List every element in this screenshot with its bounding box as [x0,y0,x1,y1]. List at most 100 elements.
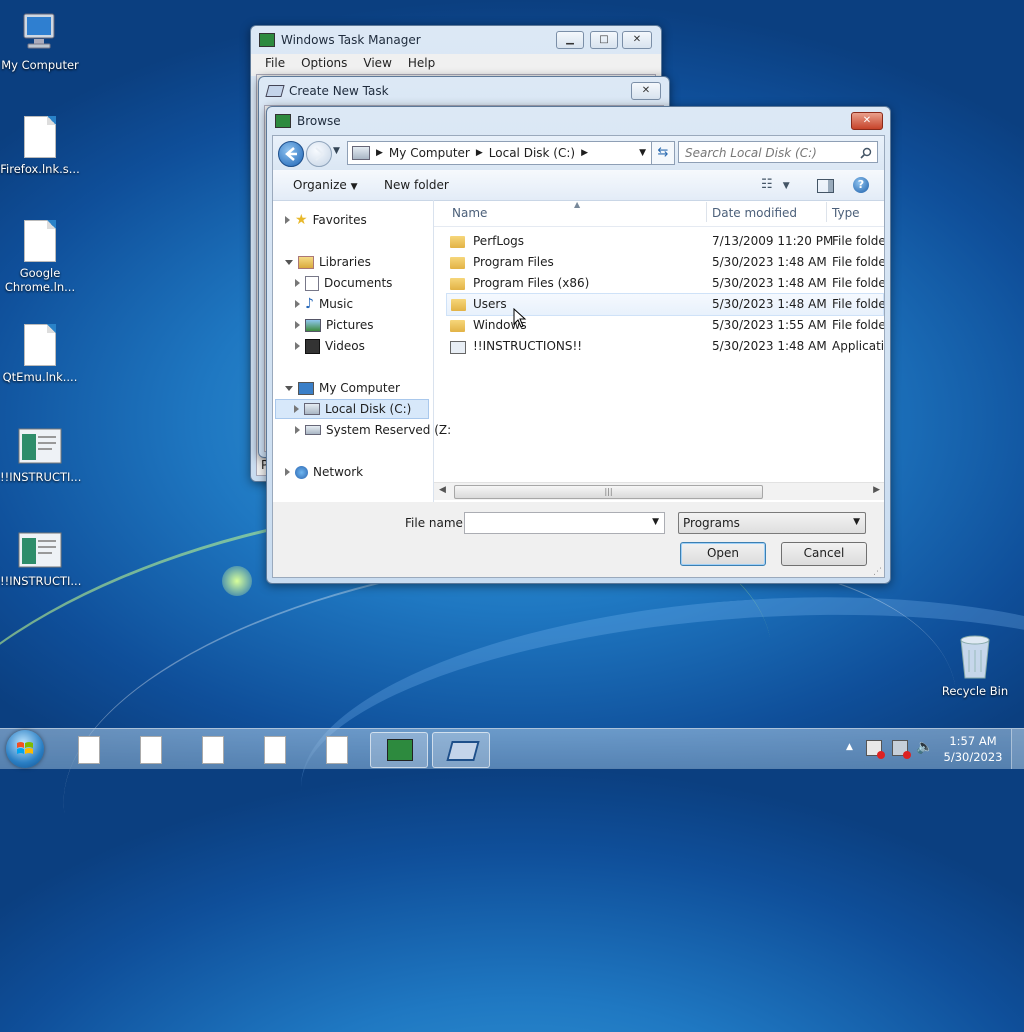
column-header-date[interactable]: Date modified [712,206,797,220]
file-row-users[interactable]: Users 5/30/2023 1:48 AM File folder [446,293,884,316]
recent-pages-chevron-icon[interactable]: ▼ [333,146,340,156]
file-name-input[interactable]: ▼ [464,512,665,534]
horizontal-scrollbar[interactable]: ◀ ||| ▶ [434,482,884,500]
show-desktop-button[interactable] [1011,729,1024,769]
scroll-right-arrow-icon[interactable]: ▶ [873,485,880,495]
expand-arrow-icon[interactable] [295,321,300,329]
taskbar-item-run[interactable] [432,732,490,768]
desktop-icon-instructions-1[interactable]: !!INSTRUCTI... [0,428,81,484]
breadcrumb-separator-icon[interactable]: ▶ [581,148,588,158]
back-button[interactable] [278,141,304,167]
collapse-arrow-icon[interactable] [285,385,293,391]
desktop-icon-my-computer[interactable]: My Computer [0,10,80,72]
show-hidden-icons-chevron-icon[interactable]: ▲ [846,742,853,752]
maximize-button[interactable]: □ [590,31,618,49]
forward-arrow-icon [315,147,325,161]
column-divider[interactable] [706,202,707,222]
desktop-icon-chrome[interactable]: Google Chrome.ln... [0,220,80,294]
folder-icon [450,320,465,332]
windows-logo-icon [17,742,33,754]
organize-button[interactable]: Organize ▼ [293,178,358,192]
menu-options[interactable]: Options [301,56,347,74]
tree-system-reserved[interactable]: System Reserved (Z: [295,420,451,440]
refresh-button[interactable]: ⇆ [651,141,675,165]
file-row-windows[interactable]: Windows 5/30/2023 1:55 AM File folder [446,315,884,336]
application-icon [18,428,62,464]
expand-arrow-icon[interactable] [295,300,300,308]
tree-videos[interactable]: Videos [295,336,365,356]
desktop-icon-firefox[interactable]: Firefox.lnk.s... [0,116,80,176]
network-status-icon[interactable] [892,740,911,759]
expand-arrow-icon[interactable] [295,279,300,287]
forward-button[interactable] [306,141,332,167]
taskbar-item-file[interactable] [60,732,116,766]
start-button[interactable] [6,730,44,768]
column-divider[interactable] [826,202,827,222]
tree-documents[interactable]: Documents [295,273,392,293]
column-header-type[interactable]: Type [832,206,860,220]
expand-arrow-icon[interactable] [295,426,300,434]
tree-libraries[interactable]: Libraries [285,252,371,272]
tree-my-computer[interactable]: My Computer [285,378,400,398]
taskbar-item-task-manager[interactable] [370,732,428,768]
desktop-icon-instructions-2[interactable]: !!INSTRUCTI... [0,532,81,588]
browse-titlebar[interactable]: Browse [267,107,890,135]
browse-title: Browse [297,114,341,128]
tree-label: Documents [324,276,393,290]
expand-arrow-icon[interactable] [285,468,290,476]
help-button[interactable]: ? [853,177,869,193]
taskbar-item-file[interactable] [308,732,364,766]
cancel-button[interactable]: Cancel [781,542,867,566]
collapse-arrow-icon[interactable] [285,259,293,265]
taskbar-item-file[interactable] [246,732,302,766]
menu-file[interactable]: File [265,56,285,74]
expand-arrow-icon[interactable] [285,216,290,224]
column-header-name[interactable]: Name [452,206,487,220]
open-button[interactable]: Open [680,542,766,566]
tree-local-disk-selected[interactable]: Local Disk (C:) [275,399,429,419]
close-button[interactable]: ✕ [631,82,661,100]
tree-music[interactable]: ♪ Music [295,294,353,314]
volume-muted-icon[interactable]: 🔈 [916,739,933,755]
file-row-instructions[interactable]: !!INSTRUCTIONS!! 5/30/2023 1:48 AM Appli… [446,336,884,357]
desktop-icon-qtemu[interactable]: QtEmu.lnk.... [0,324,80,384]
menu-help[interactable]: Help [408,56,435,74]
address-dropdown-icon[interactable]: ▼ [639,148,646,158]
tree-favorites[interactable]: ★ Favorites [285,210,367,230]
breadcrumb-separator-icon[interactable]: ▶ [376,148,383,158]
action-center-flag-icon[interactable] [866,740,885,759]
task-manager-title: Windows Task Manager [281,33,421,47]
search-box[interactable]: Search Local Disk (C:) [678,141,878,163]
view-options-button[interactable]: ☷ ▼ [761,177,790,192]
new-folder-button[interactable]: New folder [384,178,449,192]
close-button[interactable]: ✕ [851,112,883,130]
expand-arrow-icon[interactable] [295,342,300,350]
system-clock[interactable]: 1:57 AM 5/30/2023 [940,733,1006,765]
create-task-titlebar[interactable]: Create New Task [259,77,669,105]
close-button[interactable]: ✕ [622,31,652,49]
tree-pictures[interactable]: Pictures [295,315,374,335]
scroll-thumb[interactable]: ||| [454,485,763,499]
file-type-select[interactable]: Programs ▼ [678,512,866,534]
breadcrumb-local-disk[interactable]: Local Disk (C:) [489,146,575,160]
minimize-button[interactable]: ▁ [556,31,584,49]
create-task-title: Create New Task [289,84,389,98]
close-icon: ✕ [862,115,872,126]
chevron-down-icon[interactable]: ▼ [652,517,659,527]
desktop-icon-recycle-bin[interactable]: Recycle Bin [935,632,1015,698]
file-row-program-files[interactable]: Program Files 5/30/2023 1:48 AM File fol… [446,252,884,273]
file-row-perflogs[interactable]: PerfLogs 7/13/2009 11:20 PM File folder [446,231,884,252]
breadcrumb-separator-icon[interactable]: ▶ [476,148,483,158]
resize-grip-icon[interactable]: ⋰ [873,567,882,577]
taskbar-item-file[interactable] [122,732,178,766]
expand-arrow-icon[interactable] [294,405,299,413]
file-row-program-files-x86[interactable]: Program Files (x86) 5/30/2023 1:48 AM Fi… [446,273,884,294]
taskbar-item-file[interactable] [184,732,240,766]
tree-network[interactable]: Network [285,462,363,482]
scroll-left-arrow-icon[interactable]: ◀ [439,485,446,495]
preview-pane-button[interactable] [817,179,834,193]
browse-dialog[interactable]: Browse ✕ ▼ ▶ My Computer ▶ Local Disk (C… [266,106,891,584]
menu-view[interactable]: View [363,56,391,74]
breadcrumb-my-computer[interactable]: My Computer [389,146,470,160]
address-bar[interactable]: ▶ My Computer ▶ Local Disk (C:) ▶ ▼ [347,141,653,165]
